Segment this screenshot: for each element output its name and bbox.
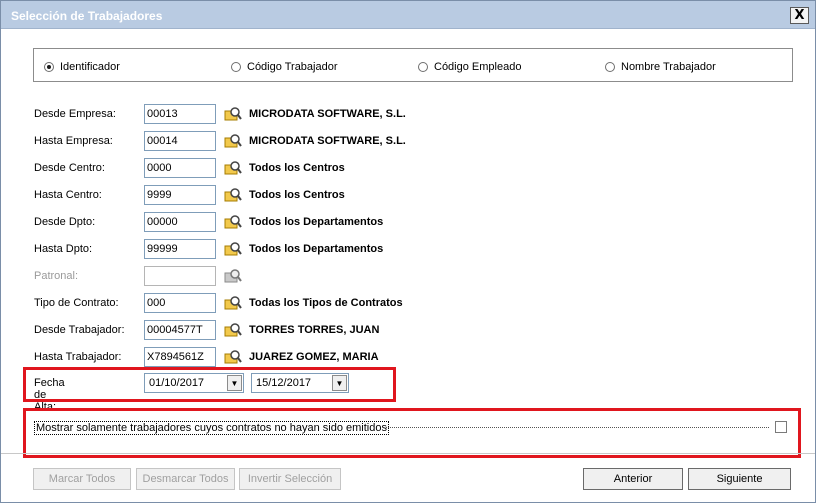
radio-label: Nombre Trabajador — [621, 61, 716, 73]
close-button[interactable]: X — [790, 7, 809, 24]
field-description: TORRES TORRES, JUAN — [249, 324, 380, 336]
search-folder-icon[interactable] — [224, 160, 242, 176]
sort-options-group: Identificador Código Trabajador Código E… — [33, 48, 793, 82]
checkbox-label: Mostrar solamente trabajadores cuyos con… — [34, 421, 389, 435]
hasta-dpto-input[interactable]: 99999 — [144, 239, 216, 259]
search-folder-icon[interactable] — [224, 322, 242, 338]
search-folder-icon[interactable] — [224, 133, 242, 149]
radio-label: Código Trabajador — [247, 61, 338, 73]
field-description: JUAREZ GOMEZ, MARIA — [249, 351, 379, 363]
field-label: Hasta Trabajador: — [34, 351, 122, 363]
desde-trabajador-input[interactable]: 00004577T — [144, 320, 216, 340]
search-folder-icon[interactable] — [224, 241, 242, 257]
search-folder-icon — [224, 269, 242, 283]
close-icon: X — [794, 8, 805, 23]
search-folder-icon[interactable] — [224, 214, 242, 230]
search-folder-icon[interactable] — [224, 187, 242, 203]
radio-unchecked-icon — [231, 62, 241, 72]
footer-divider — [1, 453, 815, 454]
desde-centro-input[interactable]: 0000 — [144, 158, 216, 178]
hasta-empresa-input[interactable]: 00014 — [144, 131, 216, 151]
field-description: Todos los Departamentos — [249, 216, 384, 228]
marcar-todos-button[interactable]: Marcar Todos — [33, 468, 131, 490]
option-contratos-no-emitidos[interactable]: Mostrar solamente trabajadores cuyos con… — [34, 421, 791, 435]
date-value: 15/12/2017 — [256, 377, 312, 389]
radio-codigo-empleado[interactable]: Código Empleado — [418, 61, 521, 73]
search-folder-icon[interactable] — [224, 106, 242, 122]
desde-dpto-input[interactable]: 00000 — [144, 212, 216, 232]
field-label: Desde Empresa: — [34, 108, 116, 120]
tipo-contrato-input[interactable]: 000 — [144, 293, 216, 313]
fecha-alta-hasta-picker[interactable]: 15/12/2017 ▼ — [251, 373, 349, 393]
hasta-centro-input[interactable]: 9999 — [144, 185, 216, 205]
radio-nombre-trabajador[interactable]: Nombre Trabajador — [605, 61, 716, 73]
dotted-leader — [386, 427, 769, 428]
title-bar: Selección de Trabajadores X — [1, 1, 815, 29]
siguiente-button[interactable]: Siguiente — [688, 468, 791, 490]
radio-label: Identificador — [60, 61, 120, 73]
hasta-trabajador-input[interactable]: X7894561Z — [144, 347, 216, 367]
field-label: Desde Trabajador: — [34, 324, 125, 336]
anterior-button[interactable]: Anterior — [583, 468, 683, 490]
field-description: Todos los Departamentos — [249, 243, 384, 255]
field-description: Todos los Centros — [249, 189, 345, 201]
field-description: MICRODATA SOFTWARE, S.L. — [249, 108, 406, 120]
date-value: 01/10/2017 — [149, 377, 205, 389]
field-label: Desde Centro: — [34, 162, 105, 174]
contratos-no-emitidos-checkbox[interactable] — [775, 421, 787, 433]
desde-empresa-input[interactable]: 00013 — [144, 104, 216, 124]
search-folder-icon[interactable] — [224, 295, 242, 311]
radio-checked-icon — [44, 62, 54, 72]
radio-unchecked-icon — [418, 62, 428, 72]
desmarcar-todos-button[interactable]: Desmarcar Todos — [136, 468, 235, 490]
field-label: Hasta Empresa: — [34, 135, 113, 147]
chevron-down-icon[interactable]: ▼ — [227, 375, 242, 391]
field-label: Patronal: — [34, 270, 79, 282]
field-description: Todos los Centros — [249, 162, 345, 174]
chevron-down-icon[interactable]: ▼ — [332, 375, 347, 391]
radio-identificador[interactable]: Identificador — [44, 61, 120, 73]
field-description: Todas los Tipos de Contratos — [249, 297, 403, 309]
radio-unchecked-icon — [605, 62, 615, 72]
field-label: Hasta Dpto: — [34, 243, 93, 255]
field-label: Hasta Centro: — [34, 189, 102, 201]
radio-label: Código Empleado — [434, 61, 522, 73]
patronal-input — [144, 266, 216, 286]
window-title: Selección de Trabajadores — [11, 9, 163, 23]
radio-codigo-trabajador[interactable]: Código Trabajador — [231, 61, 338, 73]
field-label: Desde Dpto: — [34, 216, 96, 228]
fecha-alta-desde-picker[interactable]: 01/10/2017 ▼ — [144, 373, 244, 393]
search-folder-icon[interactable] — [224, 349, 242, 365]
invertir-seleccion-button[interactable]: Invertir Selección — [239, 468, 341, 490]
field-description: MICRODATA SOFTWARE, S.L. — [249, 135, 406, 147]
dialog-window: Selección de Trabajadores X Identificado… — [0, 0, 816, 503]
field-label: Tipo de Contrato: — [34, 297, 119, 309]
